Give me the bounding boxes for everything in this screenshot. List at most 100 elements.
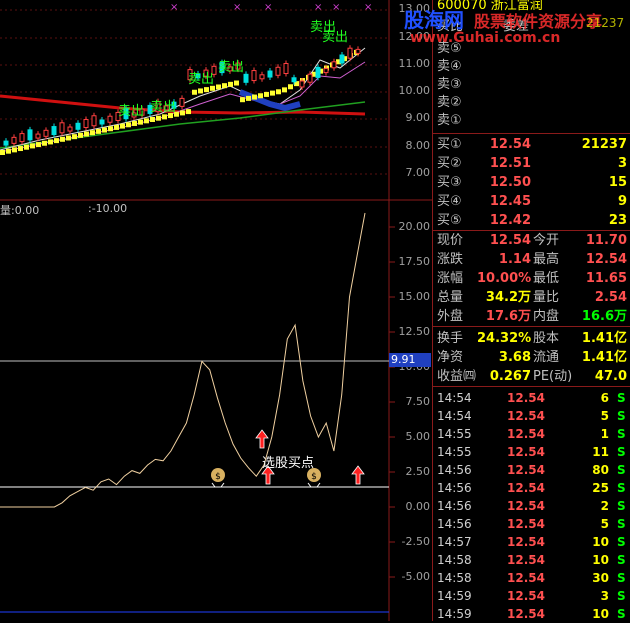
stat-label: 股本 <box>533 331 560 346</box>
band-block <box>84 131 89 137</box>
tick-time: 14:56 <box>437 481 472 495</box>
band-block <box>96 128 101 134</box>
band-block <box>30 143 35 149</box>
stat-value: 0.267 <box>489 369 531 384</box>
buy-level-label: 买① <box>437 137 462 152</box>
band-block <box>282 87 287 93</box>
tick-price: 12.54 <box>507 535 545 549</box>
tick-time: 14:58 <box>437 571 472 585</box>
sell-signal-label: 卖出 <box>118 104 145 119</box>
tick-row[interactable]: 14:56 12.54 2 S <box>433 497 630 515</box>
tick-time: 14:59 <box>437 607 472 621</box>
candle-body <box>75 122 81 130</box>
candle-body <box>307 73 313 83</box>
tick-row[interactable]: 14:59 12.54 10 S <box>433 605 630 623</box>
tick-direction: S <box>617 391 626 405</box>
buy-order-row[interactable]: 买⑤ 12.42 23 <box>433 212 630 230</box>
sell-order-row[interactable]: 卖③ <box>433 76 630 94</box>
band-block <box>60 136 65 142</box>
buy-level-label: 买② <box>437 156 462 171</box>
stat-value: 10.00% <box>477 271 532 286</box>
sell-signal-label: 卖出 <box>218 60 245 75</box>
buy-order-row[interactable]: 买④ 12.45 9 <box>433 193 630 211</box>
tick-row[interactable]: 14:58 12.54 10 S <box>433 551 630 569</box>
chart-area[interactable]: $ $ × × × × × × 卖出 卖出 卖出 卖出 卖出 卖出 13.00 … <box>0 0 432 621</box>
top-marker: × <box>233 2 242 13</box>
red-up-arrow-icon <box>351 465 365 485</box>
price-tick: 9.00 <box>405 111 431 124</box>
candle-body <box>83 119 89 129</box>
stat-value: 47.0 <box>594 369 627 384</box>
tick-row[interactable]: 14:58 12.54 30 S <box>433 569 630 587</box>
tick-row[interactable]: 14:59 12.54 3 S <box>433 587 630 605</box>
candle-body <box>331 61 337 69</box>
band-block <box>90 130 95 136</box>
buy-price: 12.54 <box>489 137 531 152</box>
band-block <box>0 150 5 155</box>
tick-direction: S <box>617 409 626 423</box>
band-block <box>126 122 131 128</box>
top-marker: × <box>314 2 323 13</box>
buy-order-row[interactable]: 买② 12.51 3 <box>433 155 630 173</box>
buy-price: 12.50 <box>489 175 531 190</box>
band-block <box>132 120 137 126</box>
tick-row[interactable]: 14:54 12.54 5 S <box>433 407 630 425</box>
sell-order-row[interactable]: 卖④ <box>433 58 630 76</box>
tick-price: 12.54 <box>507 427 545 441</box>
band-block <box>288 84 293 90</box>
sell-order-row[interactable]: 卖① <box>433 112 630 130</box>
sell-level-label: 卖① <box>437 113 462 128</box>
tick-row[interactable]: 14:54 12.54 6 S <box>433 389 630 407</box>
buy-price: 12.51 <box>489 156 531 171</box>
indicator-tick: 2.50 <box>405 465 431 478</box>
band-block <box>114 124 119 130</box>
tick-time: 14:57 <box>437 535 472 549</box>
tick-volume: 2 <box>600 499 609 513</box>
band-block <box>264 91 269 97</box>
candle-body <box>11 136 17 144</box>
stat-value: 34.2万 <box>485 290 531 305</box>
candlesticks <box>3 45 361 149</box>
stat-row: 总量 34.2万 量比 2.54 <box>433 289 630 307</box>
tick-row[interactable]: 14:56 12.54 5 S <box>433 515 630 533</box>
tick-row[interactable]: 14:56 12.54 80 S <box>433 461 630 479</box>
indicator-tick: 12.50 <box>398 325 431 338</box>
candle-body <box>339 54 345 64</box>
svg-text:$: $ <box>215 472 221 482</box>
stat-label: 量比 <box>533 290 560 305</box>
stat-value: 11.70 <box>585 233 627 248</box>
buy-order-row[interactable]: 买③ 12.50 15 <box>433 174 630 192</box>
candle-body <box>347 47 353 59</box>
tick-volume: 3 <box>600 589 609 603</box>
band-block <box>180 110 185 116</box>
tick-time: 14:58 <box>437 553 472 567</box>
buy-volume: 23 <box>608 213 627 228</box>
buy-volume: 9 <box>617 194 627 209</box>
stat-value: 16.6万 <box>581 309 627 324</box>
stat-label: 现价 <box>437 233 464 248</box>
chart-canvas[interactable]: $ $ <box>0 0 432 621</box>
tick-time: 14:56 <box>437 517 472 531</box>
red-up-arrow-icon <box>255 429 269 449</box>
candle-body <box>43 129 49 137</box>
tick-volume: 80 <box>592 463 609 477</box>
watermark-url: www.Guhai.com.cn <box>410 30 561 46</box>
tick-row[interactable]: 14:55 12.54 1 S <box>433 425 630 443</box>
buy-price: 12.45 <box>489 194 531 209</box>
tick-row[interactable]: 14:55 12.54 11 S <box>433 443 630 461</box>
tick-row[interactable]: 14:57 12.54 10 S <box>433 533 630 551</box>
sell-order-row[interactable]: 卖② <box>433 94 630 112</box>
tick-row[interactable]: 14:56 12.54 25 S <box>433 479 630 497</box>
indicator-tick: 20.00 <box>398 220 431 233</box>
band-block <box>120 123 125 129</box>
tick-price: 12.54 <box>507 481 545 495</box>
candle-body <box>267 70 273 78</box>
tick-volume: 6 <box>600 391 609 405</box>
buy-order-row[interactable]: 买① 12.54 21237 <box>433 136 630 154</box>
candle-body <box>59 122 65 134</box>
band-block <box>258 93 263 99</box>
band-block <box>78 132 83 138</box>
candle-body <box>251 70 257 82</box>
tick-direction: S <box>617 517 626 531</box>
stat-row: 外盘 17.6万 内盘 16.6万 <box>433 308 630 326</box>
